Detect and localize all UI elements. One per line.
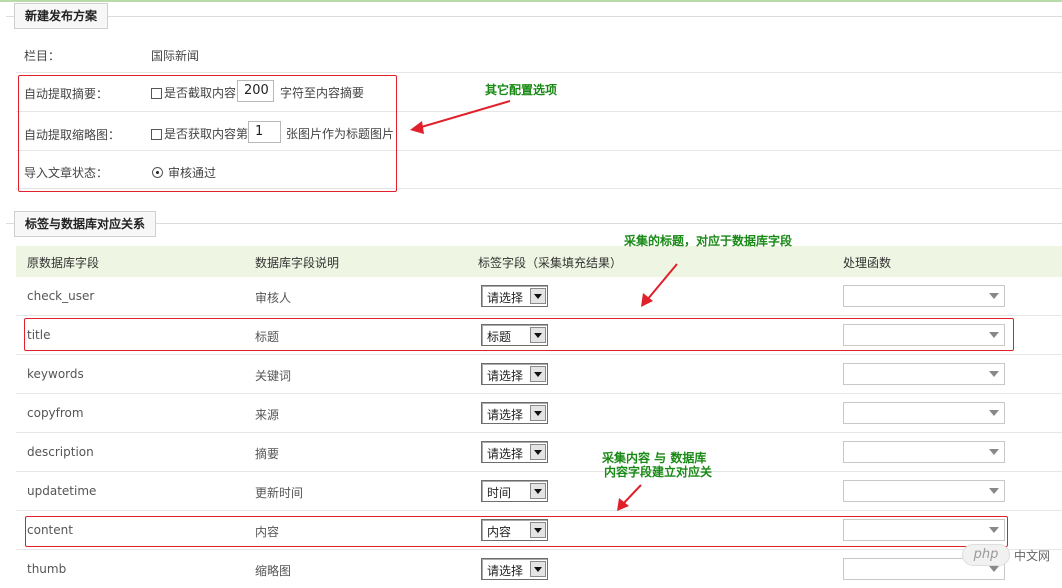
annotation-arrows — [410, 100, 678, 511]
arrow-other-options — [417, 100, 511, 129]
php-cn-watermark: php 中文网 — [962, 544, 1062, 566]
watermark-text: 中文网 — [1014, 549, 1051, 563]
arrow-content-mapping — [621, 484, 642, 506]
arrow-head-icon — [410, 121, 424, 134]
arrow-title-mapping — [646, 263, 678, 301]
php-logo: php — [962, 544, 1010, 566]
